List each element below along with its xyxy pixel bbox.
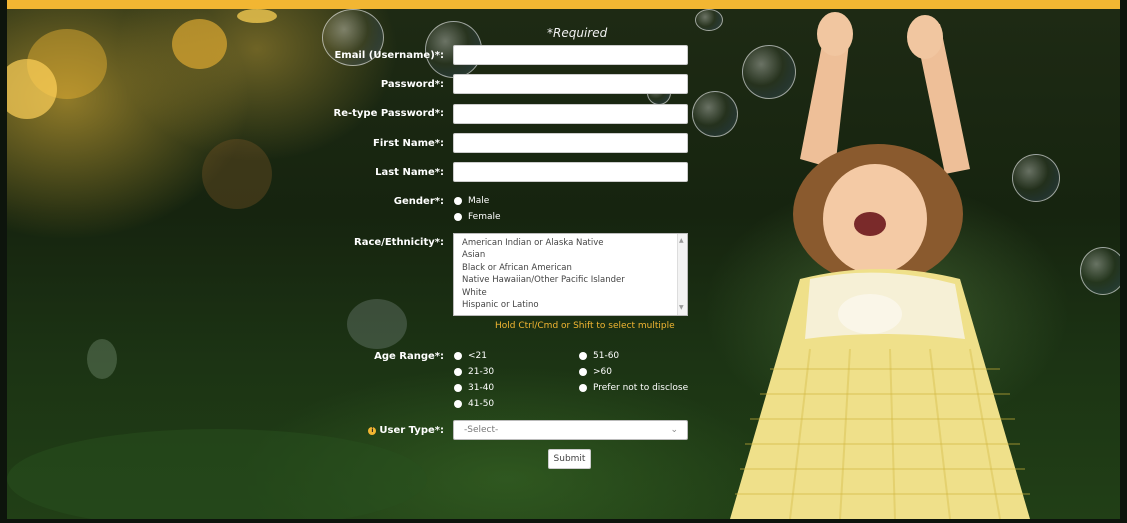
age-option[interactable]: <21 [454, 351, 487, 361]
radio-button[interactable] [579, 352, 587, 360]
scroll-down-icon[interactable]: ▼ [679, 302, 684, 314]
radio-button[interactable] [454, 352, 462, 360]
info-icon[interactable]: i [368, 427, 377, 435]
radio-label: <21 [468, 351, 487, 361]
list-option[interactable]: Native Hawaiian/Other Pacific Islander [462, 274, 679, 286]
password-field[interactable] [453, 74, 688, 94]
age-option[interactable]: Prefer not to disclose [579, 383, 688, 393]
radio-label: 51-60 [593, 351, 620, 361]
submit-button[interactable]: Submit [548, 449, 591, 469]
list-option[interactable]: American Indian or Alaska Native [462, 237, 679, 249]
first-name-field[interactable] [453, 133, 688, 153]
user-type-select[interactable]: -Select- ⌄ [453, 420, 688, 440]
user-type-label-wrap: i User Type*: [368, 425, 444, 436]
radio-button[interactable] [454, 384, 462, 392]
soap-bubble [1080, 247, 1120, 295]
gender-option-male[interactable]: Male [454, 196, 489, 206]
age-option[interactable]: >60 [579, 367, 612, 377]
radio-button[interactable] [454, 197, 462, 205]
email-field[interactable] [453, 45, 688, 65]
select-value: -Select- [464, 425, 499, 435]
list-option[interactable]: Black or African American [462, 262, 679, 274]
user-type-label: User Type*: [379, 425, 444, 436]
first-name-label: First Name*: [373, 138, 444, 149]
list-option[interactable]: Asian [462, 249, 679, 261]
radio-label: Male [468, 196, 490, 206]
bokeh-light [237, 9, 277, 23]
password-label: Password*: [380, 79, 444, 90]
listbox-scrollbar[interactable]: ▲ ▼ [677, 234, 687, 315]
race-label: Race/Ethnicity*: [354, 237, 444, 248]
age-option[interactable]: 21-30 [454, 367, 494, 377]
radio-label: Female [468, 212, 501, 222]
email-label: Email (Username)*: [334, 50, 444, 61]
radio-label: >60 [593, 367, 612, 377]
radio-label: 41-50 [468, 399, 495, 409]
last-name-field[interactable] [453, 162, 688, 182]
radio-button[interactable] [579, 368, 587, 376]
radio-label: 31-40 [468, 383, 495, 393]
retype-password-label: Re-type Password*: [333, 108, 445, 119]
radio-button[interactable] [454, 400, 462, 408]
gender-option-female[interactable]: Female [454, 212, 501, 222]
bokeh-light [172, 19, 227, 69]
top-accent-bar [7, 0, 1120, 9]
gender-label: Gender*: [393, 196, 444, 207]
child-photo [730, 9, 1040, 520]
race-hint: Hold Ctrl/Cmd or Shift to select multipl… [495, 321, 675, 331]
bokeh-light [7, 429, 427, 519]
soap-bubble [695, 9, 723, 31]
bokeh-light [347, 299, 407, 349]
last-name-label: Last Name*: [375, 167, 444, 178]
radio-label: 21-30 [468, 367, 495, 377]
race-ethnicity-listbox[interactable]: American Indian or Alaska Native Asian B… [453, 233, 688, 316]
age-option[interactable]: 41-50 [454, 399, 494, 409]
list-option[interactable]: Hispanic or Latino [462, 299, 679, 311]
required-note: *Required [547, 26, 608, 40]
age-option[interactable]: 31-40 [454, 383, 494, 393]
bokeh-light [87, 339, 117, 379]
list-option[interactable]: White [462, 287, 679, 299]
age-range-label: Age Range*: [374, 351, 444, 362]
chevron-down-icon: ⌄ [670, 425, 678, 435]
radio-button[interactable] [454, 213, 462, 221]
scroll-up-icon[interactable]: ▲ [679, 235, 684, 247]
radio-label: Prefer not to disclose [593, 383, 689, 393]
radio-button[interactable] [454, 368, 462, 376]
radio-button[interactable] [579, 384, 587, 392]
bokeh-light [202, 139, 272, 209]
age-option[interactable]: 51-60 [579, 351, 619, 361]
retype-password-field[interactable] [453, 104, 688, 124]
